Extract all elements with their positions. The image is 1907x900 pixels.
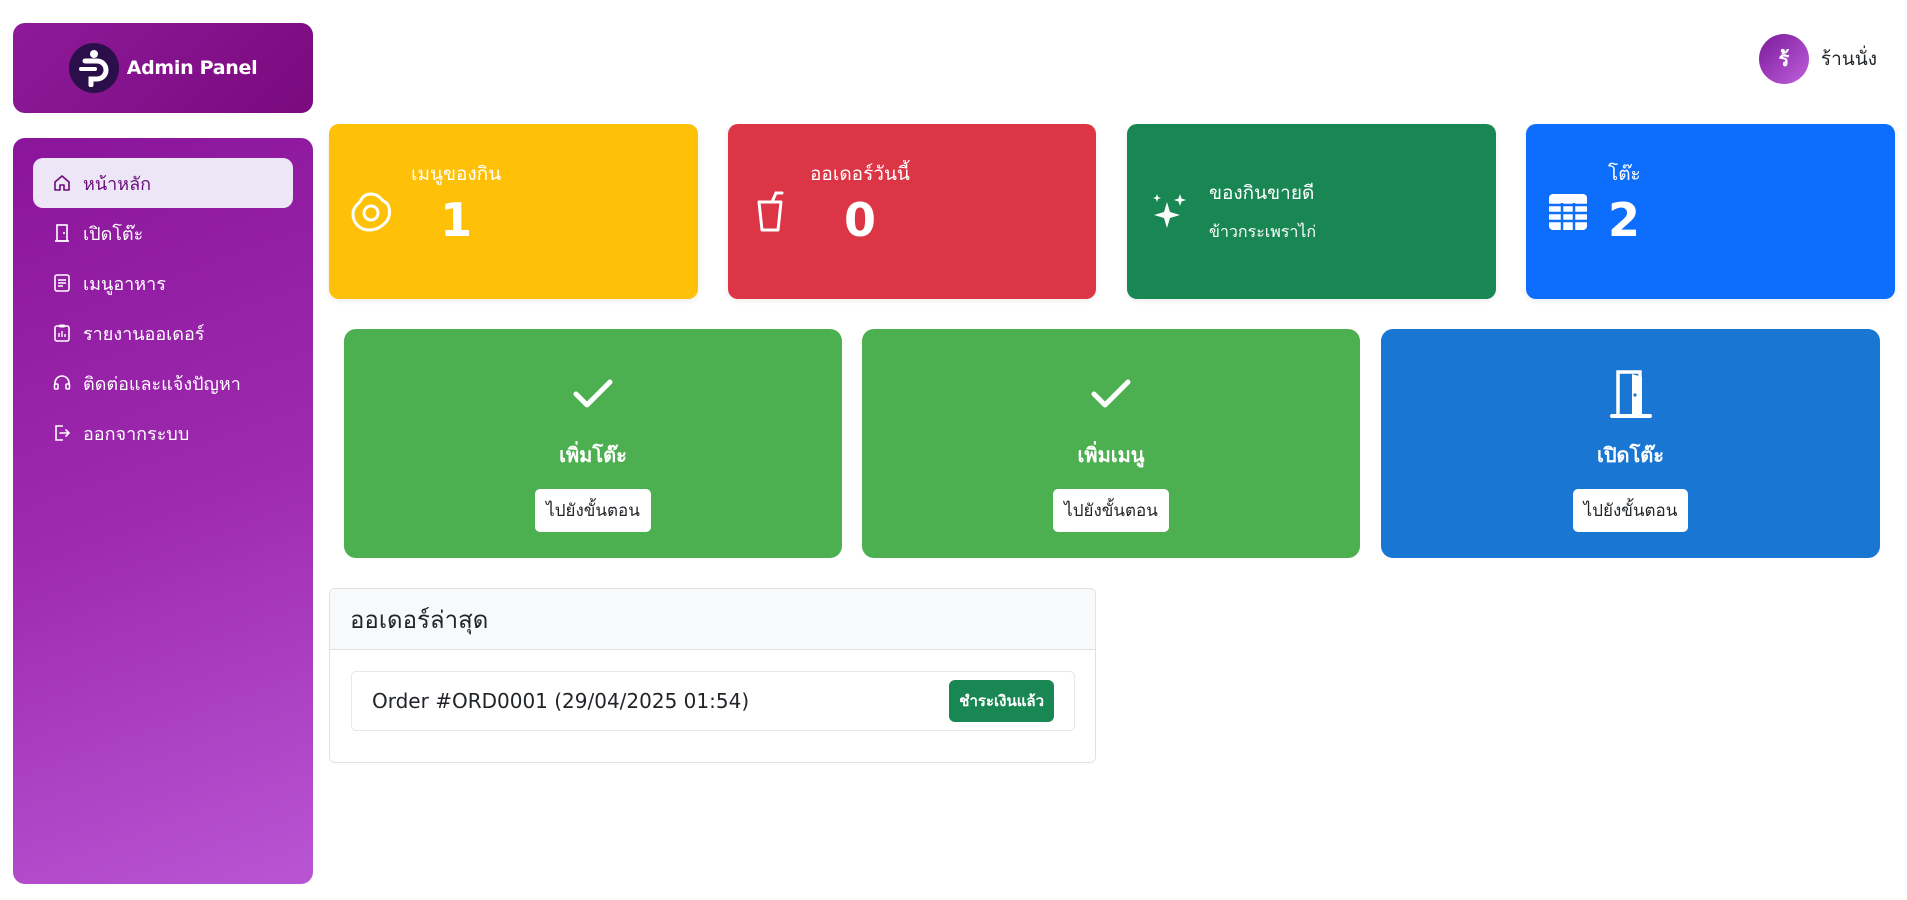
sparkles-icon: [1147, 190, 1191, 234]
sidebar-item-label: หน้าหลัก: [83, 173, 152, 195]
clipboard-icon: [51, 322, 73, 344]
table-icon: [1546, 190, 1590, 234]
user-menu[interactable]: ร้ ร้านนั่ง: [1758, 34, 1877, 84]
sidebar-item-order-report[interactable]: รายงานออเดอร์: [33, 308, 293, 358]
action-title: เพิ่มเมนู: [1077, 443, 1145, 467]
sidebar: หน้าหลัก เปิดโต๊ะ เมนูอาหาร รายงานออเดอร…: [13, 138, 313, 884]
stat-label: โต๊ะ: [1608, 163, 1641, 186]
order-text: Order #ORD0001 (29/04/2025 01:54): [372, 689, 750, 713]
sidebar-item-label: ติดต่อและแจ้งปัญหา: [83, 373, 241, 395]
stat-card-tables: โต๊ะ 2: [1526, 124, 1895, 299]
brand-header[interactable]: Admin Panel: [13, 23, 313, 113]
home-icon: [51, 172, 73, 194]
go-to-step-button[interactable]: ไปยังขั้นตอน: [1053, 489, 1169, 532]
sidebar-item-label: ออกจากระบบ: [83, 423, 190, 445]
door-icon: [51, 222, 73, 244]
sidebar-item-label: รายงานออเดอร์: [83, 323, 205, 345]
order-row[interactable]: Order #ORD0001 (29/04/2025 01:54) ชำระเง…: [351, 671, 1075, 731]
stat-value: 1: [440, 193, 473, 248]
go-to-step-button[interactable]: ไปยังขั้นตอน: [1572, 489, 1689, 532]
stat-label: ออเดอร์วันนี้: [810, 163, 910, 186]
brand-logo-icon: [68, 43, 119, 93]
sidebar-item-label: เปิดโต๊ะ: [83, 223, 144, 245]
status-badge: ชำระเงินแล้ว: [949, 680, 1054, 722]
user-name: ร้านนั่ง: [1820, 48, 1877, 70]
action-title: เพิ่มโต๊ะ: [559, 443, 627, 467]
action-title: เปิดโต๊ะ: [1597, 443, 1664, 467]
sidebar-item-home[interactable]: หน้าหลัก: [33, 158, 293, 208]
sidebar-item-menu[interactable]: เมนูอาหาร: [33, 258, 293, 308]
logout-icon: [51, 422, 73, 444]
go-to-step-button[interactable]: ไปยังขั้นตอน: [535, 489, 651, 532]
action-card-add-table: เพิ่มโต๊ะ ไปยังขั้นตอน: [344, 329, 842, 558]
latest-orders-card: ออเดอร์ล่าสุด Order #ORD0001 (29/04/2025…: [329, 588, 1096, 763]
stat-card-best-seller: ของกินขายดี ข้าวกระเพราไก่: [1127, 124, 1496, 299]
action-card-add-menu: เพิ่มเมนู ไปยังขั้นตอน: [862, 329, 1360, 558]
stat-label: เมนูของกิน: [411, 163, 502, 186]
stat-value: 2: [1608, 193, 1641, 248]
action-card-open-table: เปิดโต๊ะ ไปยังขั้นตอน: [1381, 329, 1880, 558]
menu-list-icon: [51, 272, 73, 294]
stat-value: ข้าวกระเพราไก่: [1209, 222, 1317, 241]
stat-label: ของกินขายดี: [1209, 182, 1315, 204]
sidebar-item-open-table[interactable]: เปิดโต๊ะ: [33, 208, 293, 258]
stat-card-orders-today: ออเดอร์วันนี้ 0: [728, 124, 1096, 299]
brand-title: Admin Panel: [126, 57, 258, 79]
check-icon: [571, 369, 615, 419]
stat-card-menu: เมนูของกิน 1: [329, 124, 698, 299]
check-icon: [1089, 369, 1133, 419]
stat-value: 0: [843, 193, 876, 248]
egg-icon: [349, 190, 393, 234]
latest-orders-title: ออเดอร์ล่าสุด: [330, 589, 1095, 650]
cup-icon: [748, 190, 792, 234]
avatar[interactable]: ร้: [1758, 34, 1809, 84]
door-open-icon: [1608, 369, 1654, 419]
headset-icon: [51, 372, 73, 394]
sidebar-item-contact[interactable]: ติดต่อและแจ้งปัญหา: [33, 358, 293, 408]
sidebar-item-logout[interactable]: ออกจากระบบ: [33, 408, 293, 458]
sidebar-item-label: เมนูอาหาร: [83, 273, 166, 295]
